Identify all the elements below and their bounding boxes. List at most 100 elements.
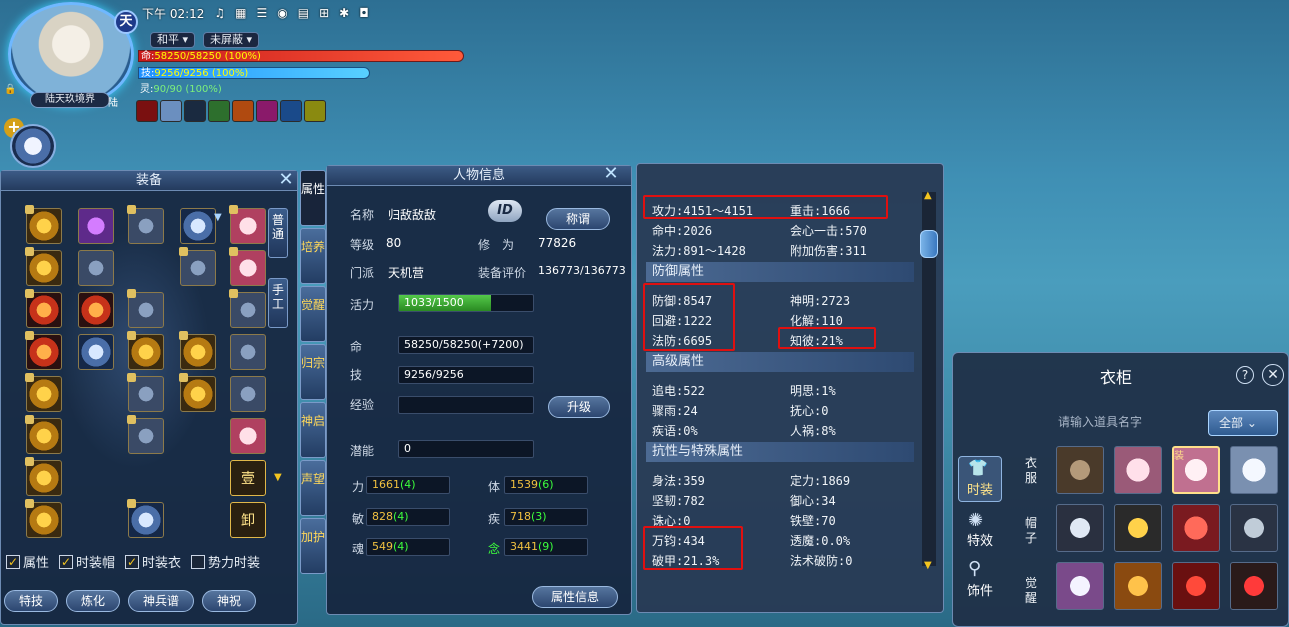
equip-slot[interactable] [127, 289, 164, 328]
id-button[interactable]: ID [488, 200, 522, 222]
buff-icon[interactable] [304, 100, 326, 122]
wardrobe-item[interactable] [1230, 562, 1278, 610]
wardrobe-item[interactable] [1230, 446, 1278, 494]
stat-quick-speech: 疾语:0% [652, 424, 698, 438]
equip-slot[interactable] [78, 292, 114, 328]
close-wardrobe-icon[interactable]: ✕ [1262, 364, 1284, 386]
vtab-awaken[interactable]: 觉醒 [1022, 576, 1040, 606]
equip-slot[interactable] [179, 373, 216, 412]
category-effects[interactable]: 特效 [958, 530, 1002, 549]
buff-icon[interactable] [160, 100, 182, 122]
equip-slot[interactable] [127, 373, 164, 412]
equip-slot[interactable] [25, 457, 62, 496]
mail-icon[interactable]: ☰ [257, 6, 268, 20]
gift-icon[interactable]: ◉ [277, 6, 287, 20]
tab-cultivate[interactable]: 培养 [300, 228, 326, 284]
equip-slot[interactable] [25, 289, 62, 328]
equip-slot[interactable] [25, 373, 62, 412]
buff-icon[interactable] [232, 100, 254, 122]
buff-icon[interactable] [136, 100, 158, 122]
help-icon[interactable]: ? [1236, 366, 1254, 384]
tab-reputation[interactable]: 声望 [300, 460, 326, 516]
equip-slot[interactable] [78, 208, 114, 244]
equip-slot[interactable] [127, 331, 164, 370]
skill-button[interactable]: 特技 [4, 590, 59, 612]
equip-slot[interactable] [25, 331, 62, 370]
equip-slot[interactable] [229, 289, 266, 328]
upgrade-button[interactable]: 升级 [548, 396, 610, 418]
calendar-icon[interactable]: ▤ [298, 6, 309, 20]
weapon-book-button[interactable]: 神兵谱 [128, 590, 195, 612]
tab-return[interactable]: 归宗 [300, 344, 326, 400]
buff-icon[interactable] [208, 100, 230, 122]
scroll-thumb[interactable] [920, 230, 938, 258]
wardrobe-item[interactable] [1114, 504, 1162, 552]
tab-divine[interactable]: 神启 [300, 402, 326, 458]
pet-avatar[interactable] [10, 124, 56, 168]
section-advanced: 高级属性 [646, 352, 914, 372]
tab-handmade[interactable]: 手工 [268, 278, 288, 328]
scroll-down-arrow-icon[interactable]: ▼ [274, 472, 282, 483]
checkbox-fashion-hat[interactable]: ✓ 时装帽 [59, 552, 115, 571]
equip-slot[interactable] [78, 250, 114, 286]
tab-protection[interactable]: 加护 [300, 518, 326, 574]
close-equipment-icon[interactable]: ✕ [277, 171, 295, 190]
unequip-slot[interactable]: 卸 [230, 502, 266, 538]
equip-slot[interactable] [229, 205, 266, 244]
equip-slot[interactable] [25, 415, 62, 454]
wardrobe-item[interactable] [1056, 504, 1104, 552]
wardrobe-item[interactable] [1114, 562, 1162, 610]
buff-icon[interactable] [256, 100, 278, 122]
equip-slot[interactable] [25, 247, 62, 286]
buff-icon[interactable] [280, 100, 302, 122]
scroll-up-arrow-icon[interactable]: ▼ [214, 212, 222, 223]
settings-icon[interactable]: ✱ [339, 6, 349, 20]
equip-slot[interactable] [78, 334, 114, 370]
tab-normal[interactable]: 普通 [268, 208, 288, 258]
equip-slot[interactable] [127, 499, 164, 538]
equip-slot-level[interactable]: 壹 [230, 460, 266, 496]
scroll-up-icon[interactable]: ▲ [924, 190, 932, 201]
close-info-icon[interactable]: ✕ [602, 165, 620, 184]
rating-value: 136773/136773 [538, 264, 626, 277]
equip-slot[interactable] [127, 205, 164, 244]
checkbox-faction-fashion[interactable]: 势力时装 [191, 552, 260, 571]
checkbox-fashion-clothes[interactable]: ✓ 时装衣 [125, 552, 181, 571]
wardrobe-item[interactable] [1172, 562, 1220, 610]
camera-icon[interactable]: ◘ [359, 6, 369, 20]
title-button[interactable]: 称谓 [546, 208, 610, 230]
vtab-hat[interactable]: 帽子 [1022, 516, 1040, 546]
vtab-clothes[interactable]: 衣服 [1022, 456, 1040, 486]
wardrobe-search-input[interactable]: 请输入道具名字 [1052, 410, 1202, 434]
equip-slot[interactable] [25, 499, 62, 538]
wardrobe-item[interactable] [1172, 504, 1220, 552]
equip-slot[interactable] [179, 247, 216, 286]
grid-icon[interactable]: ▦ [235, 6, 246, 20]
equip-slot[interactable] [127, 415, 164, 454]
equip-slot[interactable] [230, 376, 266, 412]
refine-button[interactable]: 炼化 [66, 590, 121, 612]
wardrobe-item[interactable] [1056, 562, 1104, 610]
equip-slot[interactable] [180, 208, 216, 244]
equip-slot[interactable] [25, 205, 62, 244]
wardrobe-item[interactable] [1056, 446, 1104, 494]
wardrobe-item[interactable] [1230, 504, 1278, 552]
wardrobe-filter-dropdown[interactable]: 全部 ⌄ [1208, 410, 1278, 436]
network-icon[interactable]: ⊞ [319, 6, 329, 20]
blessing-button[interactable]: 神祝 [202, 590, 257, 612]
wardrobe-item[interactable] [1114, 446, 1162, 494]
equip-slot[interactable] [230, 334, 266, 370]
music-icon[interactable]: ♫ [214, 6, 225, 20]
buff-icon[interactable] [184, 100, 206, 122]
equip-slot[interactable] [229, 247, 266, 286]
category-accessory[interactable]: 饰件 [958, 580, 1002, 599]
equip-slot[interactable] [230, 418, 266, 454]
scroll-down-icon[interactable]: ▼ [924, 560, 932, 571]
tab-attributes[interactable]: 属性 [300, 170, 326, 226]
attribute-info-button[interactable]: 属性信息 [532, 586, 618, 608]
equip-slot[interactable] [179, 331, 216, 370]
tab-awaken[interactable]: 觉醒 [300, 286, 326, 342]
checkbox-attr[interactable]: ✓ 属性 [6, 552, 49, 571]
pk-mode-dropdown[interactable]: 和平 ▾ [150, 32, 196, 48]
shield-mode-dropdown[interactable]: 未屏蔽 ▾ [203, 32, 260, 48]
